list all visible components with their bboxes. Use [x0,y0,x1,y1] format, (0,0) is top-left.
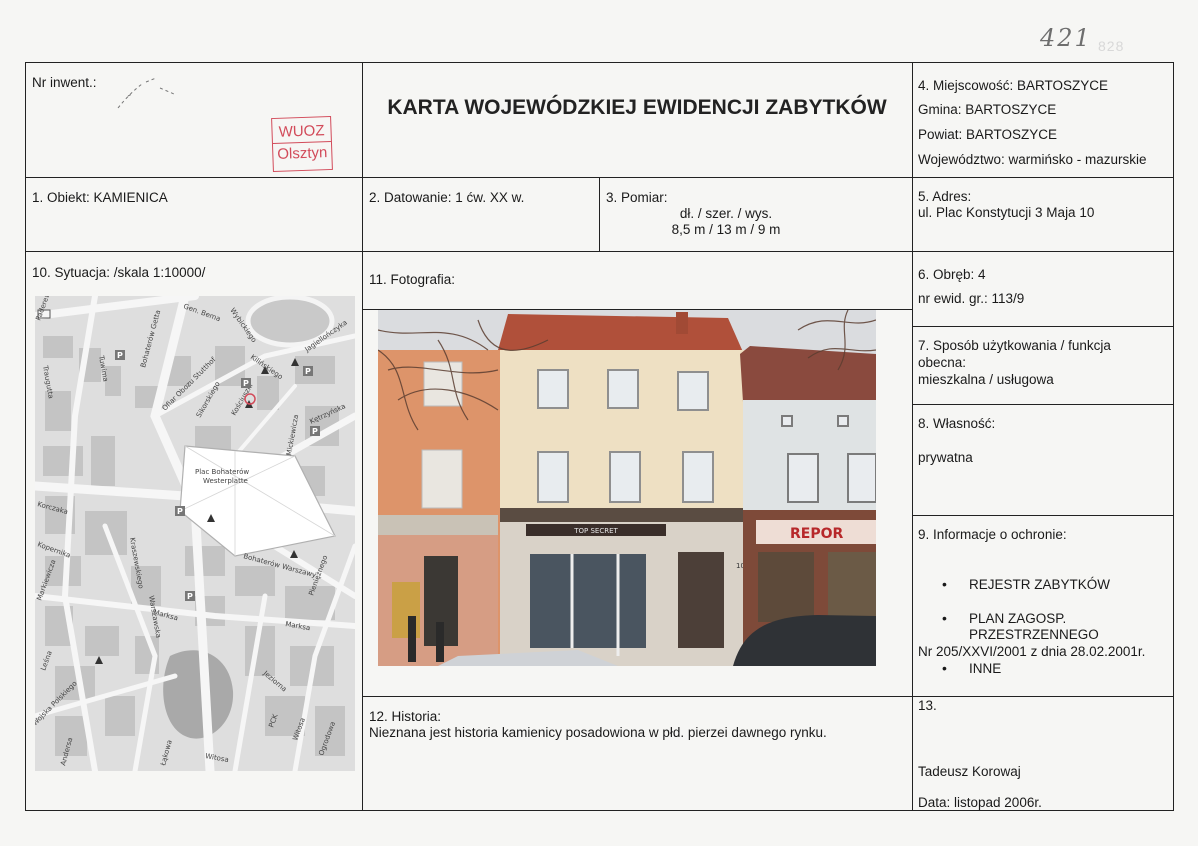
commune: Gmina: BARTOSZYCE [918,102,1057,117]
protection-item-other: INNE [942,660,1001,677]
measure-dims-value: 8,5 m / 13 m / 9 m [671,222,781,237]
svg-text:P: P [305,367,311,376]
rule [25,62,1174,63]
field-13-label: 13. [918,698,937,713]
record-date: Data: listopad 2006r. [918,795,1042,810]
svg-text:P: P [117,351,123,360]
protection-item-plan: PLAN ZAGOSP. [942,610,1066,627]
history-label: 12. Historia: [369,709,442,724]
usage-label-line2: obecna: [918,355,967,370]
situation-map: Paderewskiego Gen. Bema Wybickiego Kiliń… [35,296,355,771]
voivodeship: Województwo: warmińsko - mazurskie [918,152,1147,167]
photo-label: 11. Fotografia: [369,272,456,287]
address-value: ul. Plac Konstytucji 3 Maja 10 [918,205,1095,220]
rule [1173,62,1174,811]
svg-text:P: P [312,427,318,436]
rule [912,404,1174,405]
photo-graphic: TOP SECRET 10 REPOR [378,310,876,666]
parcel-number: nr ewid. gr.: 113/9 [918,291,1025,306]
building-photo: TOP SECRET 10 REPOR [378,310,876,666]
county: Powiat: BARTOSZYCE [918,127,1058,142]
card-title: KARTA WOJEWÓDZKIEJ EWIDENCJI ZABYTKÓW [387,96,887,119]
address-label: 5. Adres: [918,189,972,204]
inventory-label: Nr inwent.: [32,75,97,90]
situation-label: 10. Sytuacja: /skala 1:10000/ [32,265,206,280]
measure-dims-label: dł. / szer. / wys. [679,206,773,221]
measure-label: 3. Pomiar: [606,190,668,205]
shop-sign: TOP SECRET [573,527,618,535]
rule [25,62,26,811]
map-graphic: Paderewskiego Gen. Bema Wybickiego Kiliń… [35,296,355,771]
history-text: Nieznana jest historia kamienicy posadow… [369,725,827,740]
rule [363,696,1174,697]
dating-field: 2. Datowanie: 1 ćw. XX w. [369,190,525,205]
locality: 4. Miejscowość: BARTOSZYCE [918,78,1109,93]
protection-item-register: REJESTR ZABYTKÓW [942,576,1110,593]
shop-sign-2: REPOR [790,526,844,542]
ownership-value: prywatna [918,450,973,465]
protection-label: 9. Informacje o ochronie: [918,527,1067,542]
author-name: Tadeusz Korowaj [918,764,1021,779]
protection-resolution: Nr 205/XXVI/2001 z dnia 28.02.2001r. [918,644,1146,659]
svg-text:Plac Bohaterów: Plac Bohaterów [195,468,249,476]
rule [912,326,1174,327]
rule [362,62,363,811]
handwritten-mark [117,77,175,109]
record-card: 421 828 Nr inwent.: WUOZ Olsztyn KARTA W… [0,0,1198,846]
stamp-line-2: Olsztyn [272,140,332,165]
ownership-label: 8. Własność: [918,416,996,431]
wuoz-stamp: WUOZ Olsztyn [271,115,333,173]
usage-label-line1: 7. Sposób użytkowania / funkcja [918,338,1111,353]
rule [912,515,1174,516]
svg-text:P: P [187,592,193,601]
svg-text:P: P [177,507,183,516]
stamp-line-1: WUOZ [278,122,325,141]
page-number-faint: 828 [1098,38,1125,54]
page-number: 421 [1040,24,1092,52]
protection-item-plan-line2: PRZESTRZENNEGO [969,627,1099,642]
svg-text:Westerplatte: Westerplatte [203,477,248,485]
object-field: 1. Obiekt: KAMIENICA [32,190,168,205]
rule [599,177,600,252]
usage-value: mieszkalna / usługowa [918,372,1054,387]
precinct-label: 6. Obręb: 4 [918,267,986,282]
svg-text:P: P [243,379,249,388]
rule [912,62,913,811]
